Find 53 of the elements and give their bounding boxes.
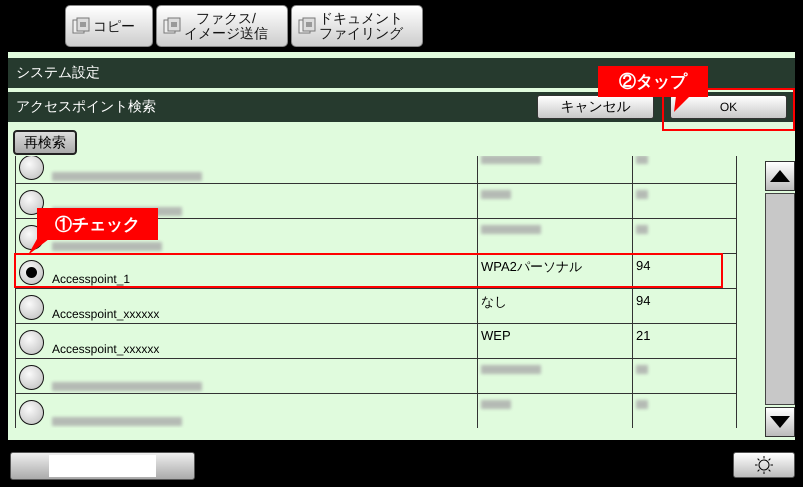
blurred-text: [481, 400, 511, 409]
network-name: Accesspoint_1: [52, 272, 130, 286]
radio-button[interactable]: [19, 260, 44, 284]
radio-button[interactable]: [19, 156, 44, 180]
sun-icon: [754, 455, 774, 475]
mode-tab[interactable]: ファクス/ イメージ送信: [156, 5, 288, 47]
cancel-button[interactable]: キャンセル: [537, 95, 654, 119]
blurred-text: [636, 400, 648, 409]
tab-label-line: ファイリング: [319, 26, 403, 41]
signal-strength: 94: [635, 292, 652, 308]
blurred-text: [481, 225, 541, 234]
radio-button[interactable]: [19, 294, 44, 320]
rescan-button[interactable]: 再検索: [13, 130, 77, 155]
scroll-track[interactable]: [765, 193, 795, 405]
up-triangle-icon: [770, 170, 790, 182]
security-type: なし: [480, 293, 508, 311]
callout-pointer: [27, 239, 49, 255]
mode-tab[interactable]: コピー: [65, 5, 153, 47]
blurred-text: [636, 190, 648, 199]
tab-label-line: ドキュメント: [319, 11, 403, 26]
blurred-text: [481, 190, 511, 199]
tab-label-line: イメージ送信: [184, 26, 268, 41]
blurred-text: [636, 156, 648, 164]
screen-title: システム設定: [16, 64, 100, 82]
copier-icon: [298, 17, 316, 35]
callout-label: ①チェック: [37, 208, 158, 240]
radio-button[interactable]: [19, 330, 44, 354]
signal-strength: 94: [635, 257, 652, 273]
copier-icon: [163, 17, 181, 35]
tab-label-line: ファクス/: [195, 11, 257, 26]
blurred-text: [481, 365, 541, 374]
blurred-text: [481, 156, 541, 164]
ok-button[interactable]: OK: [670, 95, 787, 119]
brightness-button[interactable]: [733, 452, 795, 478]
blurred-text: [636, 225, 648, 234]
network-name: Accesspoint_xxxxxx: [52, 307, 160, 321]
security-type: WPA2パーソナル: [480, 258, 583, 276]
scroll-down-button[interactable]: [765, 407, 795, 437]
blurred-text: [636, 365, 648, 374]
scroll-up-button[interactable]: [765, 161, 795, 191]
status-button[interactable]: [10, 452, 195, 480]
signal-strength: 21: [635, 327, 652, 343]
radio-button[interactable]: [19, 364, 44, 390]
callout-pointer: [672, 96, 690, 112]
copier-icon: [72, 17, 90, 35]
mode-tab[interactable]: ドキュメント ファイリング: [291, 5, 423, 47]
down-triangle-icon: [770, 416, 790, 428]
network-name: Accesspoint_xxxxxx: [52, 342, 160, 356]
security-type: WEP: [480, 327, 512, 343]
screen-subtitle: アクセスポイント検索: [16, 98, 156, 116]
tab-label-line: コピー: [93, 18, 135, 34]
radio-button[interactable]: [19, 190, 44, 214]
radio-button[interactable]: [19, 400, 44, 424]
